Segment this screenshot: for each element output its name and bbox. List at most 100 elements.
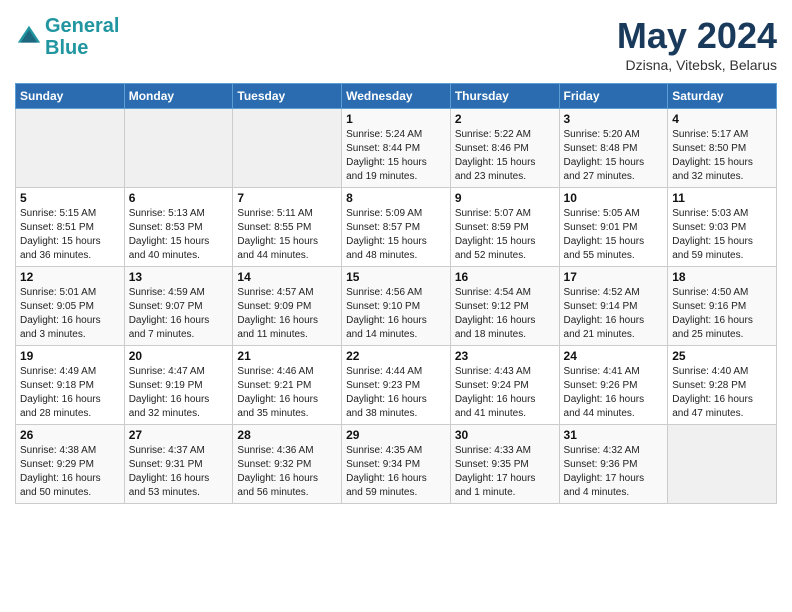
day-number: 5 [20,191,120,205]
day-number: 31 [564,428,664,442]
calendar-cell: 26Sunrise: 4:38 AM Sunset: 9:29 PM Dayli… [16,425,125,504]
calendar-cell: 11Sunrise: 5:03 AM Sunset: 9:03 PM Dayli… [668,188,777,267]
day-info: Sunrise: 4:52 AM Sunset: 9:14 PM Dayligh… [564,286,664,342]
calendar-cell: 6 Sunrise: 5:13 AM Sunset: 8:53 PM Daylig… [124,188,233,267]
day-info: Sunrise: 4:40 AM Sunset: 9:28 PM Dayligh… [672,365,772,421]
calendar-cell [16,109,125,188]
calendar-cell: 27 Sunrise: 4:37 AM Sunset: 9:31 PM Dayli… [124,425,233,504]
day-info: Sunrise: 5:07 AM Sunset: 8:59 PM Dayligh… [455,207,555,263]
day-info: Sunrise: 4:33 AM Sunset: 9:35 PM Dayligh… [455,444,555,500]
day-number: 29 [346,428,446,442]
day-number: 6 [129,191,229,205]
day-info: Sunrise: 4:44 AM Sunset: 9:23 PM Dayligh… [346,365,446,421]
calendar-cell: 24 Sunrise: 4:41 AM Sunset: 9:26 PM Dayli… [559,346,668,425]
day-info: Sunrise: 4:46 AM Sunset: 9:21 PM Dayligh… [237,365,337,421]
day-number: 1 [346,112,446,126]
day-number: 17 [564,270,664,284]
day-number: 4 [672,112,772,126]
calendar-cell: 28Sunrise: 4:36 AM Sunset: 9:32 PM Dayli… [233,425,342,504]
weekday-header-thursday: Thursday [450,84,559,109]
calendar-cell: 15 Sunrise: 4:56 AM Sunset: 9:10 PM Dayli… [342,267,451,346]
location: Dzisna, Vitebsk, Belarus [617,57,777,73]
day-info: Sunrise: 4:49 AM Sunset: 9:18 PM Dayligh… [20,365,120,421]
day-number: 8 [346,191,446,205]
day-info: Sunrise: 5:22 AM Sunset: 8:46 PM Dayligh… [455,128,555,184]
day-info: Sunrise: 4:36 AM Sunset: 9:32 PM Dayligh… [237,444,337,500]
day-info: Sunrise: 4:47 AM Sunset: 9:19 PM Dayligh… [129,365,229,421]
day-number: 12 [20,270,120,284]
calendar-cell: 30Sunrise: 4:33 AM Sunset: 9:35 PM Dayli… [450,425,559,504]
logo-icon [15,23,43,51]
day-number: 3 [564,112,664,126]
logo: General Blue [15,15,119,59]
calendar-cell: 29 Sunrise: 4:35 AM Sunset: 9:34 PM Dayli… [342,425,451,504]
day-number: 25 [672,349,772,363]
day-number: 20 [129,349,229,363]
weekday-header-saturday: Saturday [668,84,777,109]
calendar-cell: 18Sunrise: 4:50 AM Sunset: 9:16 PM Dayli… [668,267,777,346]
day-number: 9 [455,191,555,205]
calendar-cell: 21 Sunrise: 4:46 AM Sunset: 9:21 PM Dayli… [233,346,342,425]
day-info: Sunrise: 5:13 AM Sunset: 8:53 PM Dayligh… [129,207,229,263]
day-info: Sunrise: 4:41 AM Sunset: 9:26 PM Dayligh… [564,365,664,421]
calendar-cell: 17 Sunrise: 4:52 AM Sunset: 9:14 PM Dayli… [559,267,668,346]
day-number: 21 [237,349,337,363]
day-number: 24 [564,349,664,363]
day-info: Sunrise: 5:09 AM Sunset: 8:57 PM Dayligh… [346,207,446,263]
calendar-cell: 3 Sunrise: 5:20 AM Sunset: 8:48 PM Daylig… [559,109,668,188]
week-row-4: 19 Sunrise: 4:49 AM Sunset: 9:18 PM Dayli… [16,346,777,425]
calendar-cell: 31 Sunrise: 4:32 AM Sunset: 9:36 PM Dayli… [559,425,668,504]
day-info: Sunrise: 5:17 AM Sunset: 8:50 PM Dayligh… [672,128,772,184]
day-info: Sunrise: 5:20 AM Sunset: 8:48 PM Dayligh… [564,128,664,184]
calendar-cell: 8 Sunrise: 5:09 AM Sunset: 8:57 PM Daylig… [342,188,451,267]
day-info: Sunrise: 4:57 AM Sunset: 9:09 PM Dayligh… [237,286,337,342]
day-info: Sunrise: 4:35 AM Sunset: 9:34 PM Dayligh… [346,444,446,500]
week-row-1: 1 Sunrise: 5:24 AM Sunset: 8:44 PM Daylig… [16,109,777,188]
day-number: 11 [672,191,772,205]
day-info: Sunrise: 5:11 AM Sunset: 8:55 PM Dayligh… [237,207,337,263]
day-info: Sunrise: 4:43 AM Sunset: 9:24 PM Dayligh… [455,365,555,421]
day-number: 14 [237,270,337,284]
calendar-cell: 2 Sunrise: 5:22 AM Sunset: 8:46 PM Daylig… [450,109,559,188]
calendar-cell: 10Sunrise: 5:05 AM Sunset: 9:01 PM Dayli… [559,188,668,267]
page-header: General Blue May 2024 Dzisna, Vitebsk, B… [15,15,777,73]
week-row-2: 5 Sunrise: 5:15 AM Sunset: 8:51 PM Daylig… [16,188,777,267]
day-info: Sunrise: 5:24 AM Sunset: 8:44 PM Dayligh… [346,128,446,184]
week-row-3: 12 Sunrise: 5:01 AM Sunset: 9:05 PM Dayli… [16,267,777,346]
title-block: May 2024 Dzisna, Vitebsk, Belarus [617,15,777,73]
day-info: Sunrise: 4:56 AM Sunset: 9:10 PM Dayligh… [346,286,446,342]
month-title: May 2024 [617,15,777,57]
day-number: 15 [346,270,446,284]
day-number: 16 [455,270,555,284]
day-info: Sunrise: 4:37 AM Sunset: 9:31 PM Dayligh… [129,444,229,500]
calendar-cell: 19 Sunrise: 4:49 AM Sunset: 9:18 PM Dayli… [16,346,125,425]
calendar-cell: 9 Sunrise: 5:07 AM Sunset: 8:59 PM Daylig… [450,188,559,267]
day-info: Sunrise: 5:01 AM Sunset: 9:05 PM Dayligh… [20,286,120,342]
day-number: 19 [20,349,120,363]
day-info: Sunrise: 4:32 AM Sunset: 9:36 PM Dayligh… [564,444,664,500]
weekday-header-monday: Monday [124,84,233,109]
calendar-cell: 16 Sunrise: 4:54 AM Sunset: 9:12 PM Dayli… [450,267,559,346]
calendar-cell: 5 Sunrise: 5:15 AM Sunset: 8:51 PM Daylig… [16,188,125,267]
day-info: Sunrise: 5:15 AM Sunset: 8:51 PM Dayligh… [20,207,120,263]
day-number: 18 [672,270,772,284]
day-number: 26 [20,428,120,442]
calendar-cell [233,109,342,188]
day-number: 2 [455,112,555,126]
calendar-cell: 7 Sunrise: 5:11 AM Sunset: 8:55 PM Daylig… [233,188,342,267]
day-number: 7 [237,191,337,205]
calendar-cell: 20 Sunrise: 4:47 AM Sunset: 9:19 PM Dayli… [124,346,233,425]
calendar-cell: 4 Sunrise: 5:17 AM Sunset: 8:50 PM Daylig… [668,109,777,188]
weekday-header-friday: Friday [559,84,668,109]
calendar-cell: 25 Sunrise: 4:40 AM Sunset: 9:28 PM Dayli… [668,346,777,425]
day-info: Sunrise: 4:54 AM Sunset: 9:12 PM Dayligh… [455,286,555,342]
calendar-table: SundayMondayTuesdayWednesdayThursdayFrid… [15,83,777,504]
day-number: 23 [455,349,555,363]
calendar-cell: 22Sunrise: 4:44 AM Sunset: 9:23 PM Dayli… [342,346,451,425]
day-number: 10 [564,191,664,205]
week-row-5: 26Sunrise: 4:38 AM Sunset: 9:29 PM Dayli… [16,425,777,504]
calendar-cell [668,425,777,504]
calendar-cell: 23 Sunrise: 4:43 AM Sunset: 9:24 PM Dayli… [450,346,559,425]
day-number: 27 [129,428,229,442]
calendar-cell: 14 Sunrise: 4:57 AM Sunset: 9:09 PM Dayli… [233,267,342,346]
